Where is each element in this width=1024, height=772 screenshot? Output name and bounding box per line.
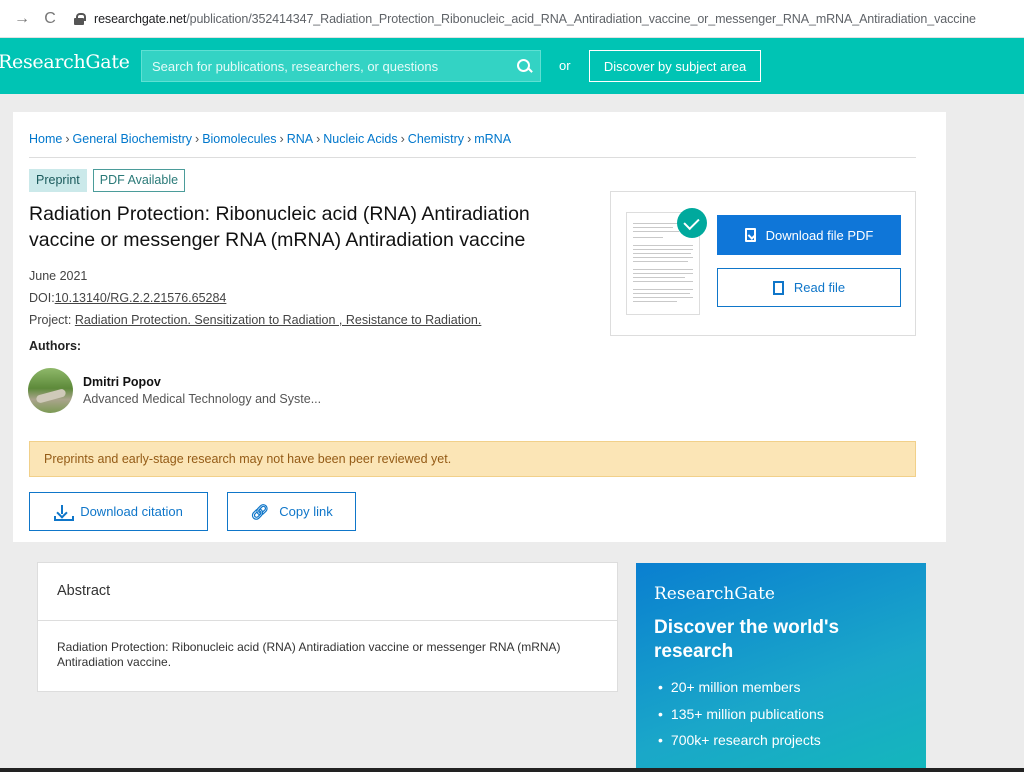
author-name[interactable]: Dmitri Popov — [83, 375, 161, 389]
search-icon[interactable] — [508, 51, 540, 81]
download-citation-label: Download citation — [80, 504, 183, 519]
doi-row: DOI:10.13140/RG.2.2.21576.65284 — [29, 291, 226, 305]
site-logo[interactable]: ResearchGate — [0, 51, 130, 73]
promo-heading: Discover the world's research — [654, 617, 840, 662]
breadcrumb-item[interactable]: RNA — [287, 132, 313, 146]
breadcrumb-item[interactable]: Nucleic Acids — [323, 132, 397, 146]
file-box: Download file PDF Read file — [610, 191, 916, 336]
breadcrumb-item[interactable]: General Biochemistry — [73, 132, 193, 146]
chevron-right-icon: › — [316, 132, 321, 146]
doi-label: DOI: — [29, 291, 55, 305]
download-pdf-label: Download file PDF — [765, 227, 874, 243]
breadcrumb-item[interactable]: Home — [29, 132, 62, 146]
file-download-icon — [744, 228, 756, 242]
download-citation-button[interactable]: Download citation — [29, 492, 208, 531]
publication-title: Radiation Protection: Ribonucleic acid (… — [29, 203, 530, 251]
pdf-available-badge: PDF Available — [92, 169, 186, 192]
file-icon — [772, 280, 784, 295]
project-link[interactable]: Radiation Protection. Sensitization to R… — [75, 313, 481, 327]
peer-review-warning: Preprints and early-stage research may n… — [29, 441, 916, 477]
divider — [29, 157, 916, 158]
link-icon: 🔗︎ — [250, 503, 270, 521]
download-icon — [54, 504, 75, 521]
read-file-label: Read file — [793, 280, 846, 295]
authors-heading: Authors: — [29, 339, 82, 353]
or-label: or — [559, 58, 571, 73]
chevron-right-icon: › — [279, 132, 284, 146]
taskbar-edge — [0, 768, 1024, 772]
publication-card: Home › General Biochemistry › Biomolecules › R… — [13, 112, 946, 542]
chevron-right-icon: › — [195, 132, 200, 146]
breadcrumb: Home › General Biochemistry › Biomolecules › R… — [29, 132, 511, 146]
avatar[interactable] — [28, 368, 73, 413]
copy-link-label: Copy link — [279, 504, 333, 519]
breadcrumb-item[interactable]: mRNA — [474, 132, 511, 146]
project-label: Project: — [29, 313, 72, 327]
abstract-heading: Abstract — [57, 583, 111, 599]
abstract-body: Radiation Protection: Ribonucleic acid (… — [57, 640, 561, 669]
breadcrumb-item[interactable]: Chemistry — [408, 132, 464, 146]
chevron-right-icon: › — [467, 132, 472, 146]
site-header: ResearchGate Search for publications, re… — [0, 38, 1024, 94]
breadcrumb-item[interactable]: Biomolecules — [202, 132, 276, 146]
lock-icon[interactable] — [74, 12, 86, 25]
search-placeholder: Search for publications, researchers, or… — [152, 58, 439, 74]
promo-panel: ResearchGate Discover the world's resear… — [636, 563, 926, 772]
list-item: 20+ million members — [658, 679, 824, 706]
discover-subject-button[interactable]: Discover by subject area — [589, 50, 761, 82]
chevron-right-icon: › — [65, 132, 70, 146]
search-input[interactable]: Search for publications, researchers, or… — [141, 50, 541, 82]
check-icon — [677, 208, 707, 238]
back-arrow-icon[interactable]: → — [12, 10, 32, 28]
url-path: /publication/352414347_Radiation_Protect… — [186, 11, 976, 26]
read-file-button[interactable]: Read file — [717, 268, 901, 307]
promo-logo: ResearchGate — [654, 584, 775, 604]
promo-list: 20+ million members 135+ million publica… — [658, 679, 824, 759]
abstract-card: Abstract Radiation Protection: Ribonucle… — [37, 562, 618, 692]
browser-address-bar: → C researchgate.net/publication/3524143… — [0, 0, 1024, 38]
badges: Preprint PDF Available — [29, 169, 186, 192]
reload-icon[interactable]: C — [40, 10, 60, 28]
divider — [38, 620, 617, 621]
copy-link-button[interactable]: 🔗︎ Copy link — [227, 492, 356, 531]
project-row: Project: Radiation Protection. Sensitiza… — [29, 313, 481, 327]
preprint-badge: Preprint — [29, 169, 87, 192]
chevron-right-icon: › — [400, 132, 405, 146]
url-field[interactable]: researchgate.net/publication/352414347_R… — [94, 12, 976, 26]
publication-date: June 2021 — [29, 269, 88, 283]
download-pdf-button[interactable]: Download file PDF — [717, 215, 901, 255]
url-host: researchgate.net — [94, 11, 187, 26]
list-item: 135+ million publications — [658, 706, 824, 733]
author-institution: Advanced Medical Technology and Syste... — [83, 392, 322, 406]
list-item: 700k+ research projects — [658, 732, 824, 759]
doi-link[interactable]: 10.13140/RG.2.2.21576.65284 — [55, 291, 227, 305]
